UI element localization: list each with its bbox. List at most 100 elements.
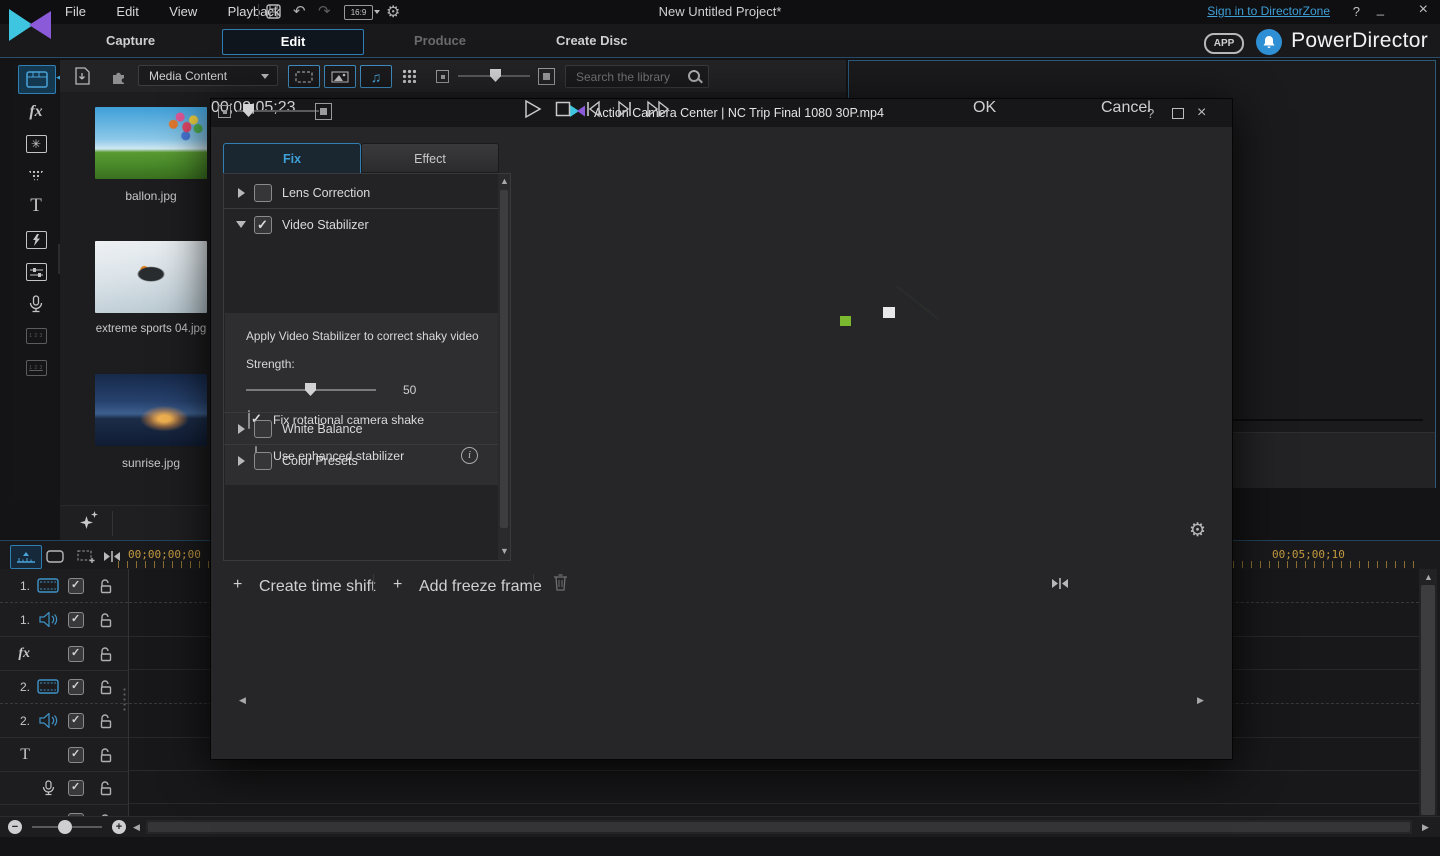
library-thumbnail-ballon[interactable] [95, 107, 207, 179]
track-lock-icon[interactable] [98, 612, 113, 628]
close-icon[interactable]: × [1419, 2, 1428, 18]
scrollbar-thumb[interactable] [500, 190, 508, 528]
filter-music-icon[interactable]: ♫ [360, 65, 392, 88]
pip-objects-room-icon[interactable]: ✳ [22, 132, 50, 156]
scroll-up-icon[interactable]: ▲ [500, 176, 509, 186]
section-video-stabilizer[interactable]: Video Stabilizer [224, 208, 498, 240]
add-freeze-frame-button[interactable]: Add freeze frame [419, 578, 542, 596]
stop-button[interactable] [553, 99, 573, 124]
next-frame-button[interactable] [614, 99, 634, 124]
subtitle-room-icon[interactable]: 1 2 3 [22, 356, 50, 380]
track-enable-checkbox[interactable] [68, 747, 84, 763]
thumbnail-size-slider-thumb[interactable] [490, 69, 501, 82]
filter-photo-icon[interactable] [324, 65, 356, 88]
timeline-ruler[interactable] [118, 561, 210, 568]
scroll-left-icon[interactable]: ◀ [133, 822, 140, 832]
scrollbar-thumb[interactable] [148, 822, 1410, 832]
ok-button[interactable]: OK [973, 99, 996, 117]
notification-bell-icon[interactable] [1256, 29, 1282, 55]
scroll-up-icon[interactable]: ▲ [1424, 572, 1433, 582]
search-input[interactable] [574, 66, 683, 87]
section-white-balance[interactable]: White Balance [224, 412, 498, 444]
dialog-close-icon[interactable]: × [1197, 104, 1206, 122]
storyboard-view-button[interactable] [42, 545, 68, 567]
track-lock-icon[interactable] [98, 578, 113, 594]
scroll-down-icon[interactable]: ▼ [500, 546, 509, 556]
magic-style-icon[interactable] [80, 516, 93, 529]
track-lock-icon[interactable] [98, 780, 113, 796]
track-lock-icon[interactable] [98, 747, 113, 763]
fast-forward-button[interactable] [646, 99, 672, 124]
strip-split-icon[interactable] [1051, 577, 1069, 595]
tab-create-disc[interactable]: Create Disc [556, 24, 628, 57]
track-lock-icon[interactable] [98, 679, 113, 695]
media-room-icon[interactable] [18, 65, 56, 94]
scrollbar-thumb[interactable] [1421, 585, 1435, 815]
scroll-right-icon[interactable]: ▶ [1422, 822, 1429, 832]
chapter-room-icon[interactable]: 1 2 3 [22, 324, 50, 348]
track-enable-checkbox[interactable] [68, 780, 84, 796]
voiceover-room-icon[interactable] [22, 292, 50, 316]
library-thumbnail-extreme-sports[interactable] [95, 241, 207, 313]
expand-arrow-icon[interactable] [238, 188, 245, 198]
filter-video-icon[interactable] [288, 65, 320, 88]
help-icon[interactable]: ? [1353, 4, 1360, 20]
track-header-title[interactable]: T [0, 738, 128, 772]
play-button[interactable] [523, 99, 543, 124]
tab-capture[interactable]: Capture [106, 24, 155, 57]
track-header-video-2[interactable]: 2. [0, 670, 128, 704]
expand-arrow-icon[interactable] [238, 456, 245, 466]
timeline-horizontal-scrollbar[interactable] [146, 820, 1412, 834]
track-enable-checkbox[interactable] [68, 713, 84, 729]
track-header-video-1[interactable]: 1. [0, 569, 128, 603]
strip-zoom-small-icon[interactable] [218, 105, 231, 118]
import-media-icon[interactable] [74, 67, 92, 90]
library-thumbnail-sunrise[interactable] [95, 374, 207, 446]
tab-effect[interactable]: Effect [361, 143, 499, 173]
create-time-shift-button[interactable]: Create time shift [259, 578, 375, 596]
track-enable-checkbox[interactable] [68, 578, 84, 594]
track-enable-checkbox[interactable] [68, 679, 84, 695]
audio-mixing-room-icon[interactable] [22, 260, 50, 284]
thumbnail-large-icon[interactable] [538, 68, 555, 85]
track-header-audio-2[interactable]: 2. [0, 704, 128, 738]
add-freeze-frame-icon[interactable]: + [393, 576, 402, 594]
plugin-puzzle-icon[interactable] [110, 67, 128, 90]
effect-room-icon[interactable]: fx [22, 100, 50, 124]
fix-panel-scrollbar[interactable]: ▲ ▼ [498, 174, 510, 560]
track-header-voice[interactable] [0, 771, 128, 805]
library-menu-grid-icon[interactable] [402, 69, 416, 83]
timeline-zoom-thumb[interactable] [58, 820, 72, 834]
trash-icon[interactable] [553, 573, 568, 596]
tab-produce[interactable]: Produce [414, 24, 466, 57]
track-header-fx[interactable]: fx [0, 637, 128, 671]
timeline-vertical-scrollbar[interactable]: ▲ ▼ [1419, 569, 1437, 834]
collapse-arrow-icon[interactable] [236, 221, 246, 228]
strip-scroll-left-icon[interactable]: ◀ [239, 695, 246, 705]
search-icon[interactable] [688, 70, 700, 82]
strip-scroll-right-icon[interactable]: ▶ [1197, 695, 1204, 705]
track-enable-checkbox[interactable] [68, 646, 84, 662]
section-lens-correction[interactable]: Lens Correction [224, 177, 498, 208]
track-lock-icon[interactable] [98, 646, 113, 662]
create-time-shift-icon[interactable]: + [233, 576, 242, 594]
track-lock-icon[interactable] [98, 713, 113, 729]
white-balance-checkbox[interactable] [254, 420, 272, 438]
panel-splitter-handle[interactable] [122, 687, 127, 711]
dialog-titlebar[interactable]: Action Camera Center | NC Trip Final 108… [211, 99, 1232, 127]
timeline-view-button[interactable] [10, 545, 42, 569]
minimize-icon[interactable]: _ [1377, 1, 1384, 17]
previous-frame-button[interactable] [584, 99, 604, 124]
zoom-in-icon[interactable]: + [112, 820, 126, 834]
zoom-out-icon[interactable]: − [8, 820, 22, 834]
section-color-presets[interactable]: Color Presets [224, 444, 498, 476]
dialog-maximize-icon[interactable] [1172, 108, 1184, 119]
strength-slider-thumb[interactable] [305, 383, 316, 396]
strip-zoom-large-icon[interactable] [315, 103, 332, 120]
transition-room-icon[interactable] [22, 228, 50, 252]
track-enable-checkbox[interactable] [68, 612, 84, 628]
expand-arrow-icon[interactable] [238, 424, 245, 434]
player-settings-gear-icon[interactable]: ⚙ [1189, 519, 1206, 542]
signin-link[interactable]: Sign in to DirectorZone [1207, 4, 1330, 18]
video-preview[interactable] [591, 152, 1141, 460]
